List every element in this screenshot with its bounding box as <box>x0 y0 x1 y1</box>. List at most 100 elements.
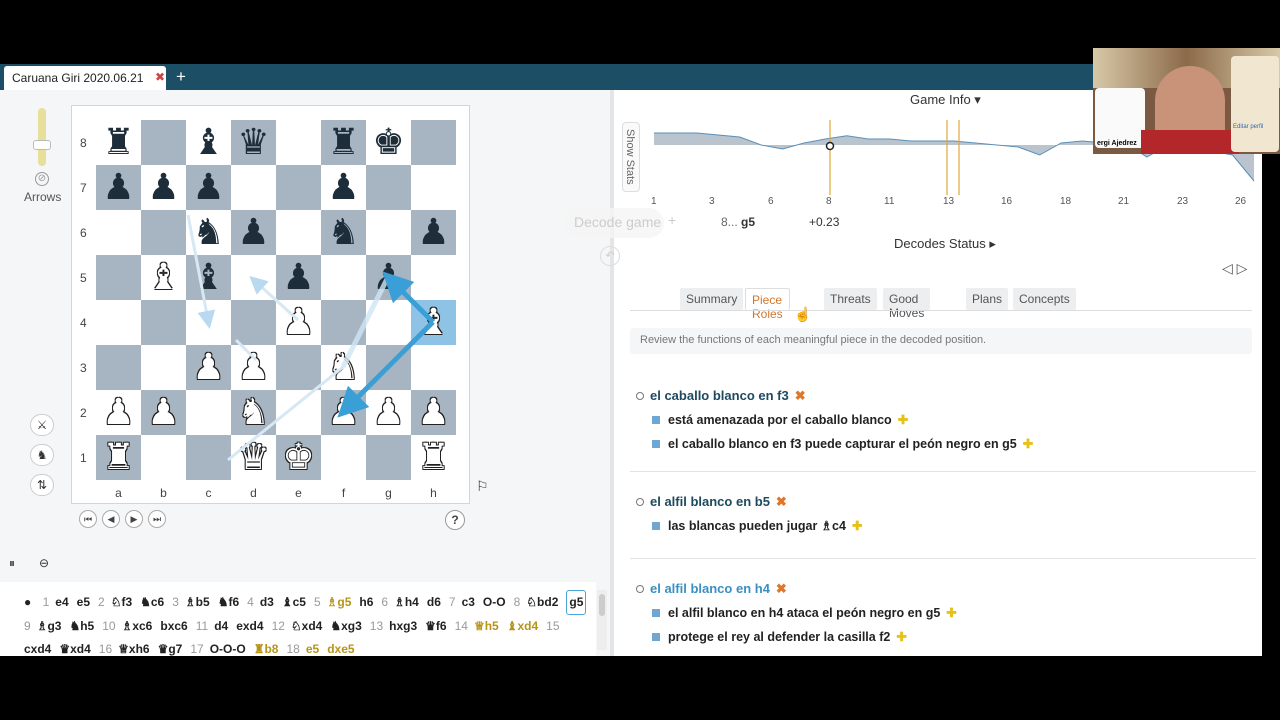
square-f5[interactable] <box>321 255 366 300</box>
flip-board-icon[interactable]: ⇅ <box>30 474 54 496</box>
prev-arrow-icon[interactable]: ◁ <box>1222 260 1233 276</box>
piece-role-heading[interactable]: el alfil blanco en h4 ✖ <box>636 581 787 597</box>
square-e8[interactable] <box>276 120 321 165</box>
move-item[interactable]: ♝c5 <box>282 591 306 614</box>
add-icon[interactable]: ✚ <box>896 630 906 644</box>
piece-role-heading[interactable]: el caballo blanco en f3 ✖ <box>636 388 806 404</box>
move-item[interactable]: ♞c6 <box>140 591 164 614</box>
tab-summary[interactable]: Summary <box>680 288 744 310</box>
square-g6[interactable] <box>366 210 411 255</box>
link-icon[interactable]: ⊖ <box>34 556 54 574</box>
piece-h1[interactable]: ♜ <box>411 435 456 480</box>
move-item[interactable]: ♞h5 <box>69 615 94 638</box>
move-item[interactable]: dxe5 <box>327 638 354 656</box>
square-c1[interactable] <box>186 435 231 480</box>
move-item[interactable]: g5 <box>566 590 587 615</box>
square-e6[interactable] <box>276 210 321 255</box>
square-b4[interactable] <box>141 300 186 345</box>
decode-game-button[interactable]: Decode game <box>562 208 664 238</box>
help-button[interactable]: ? <box>445 510 465 530</box>
piece-role-heading[interactable]: el alfil blanco en b5 ✖ <box>636 494 787 510</box>
square-d5[interactable] <box>231 255 276 300</box>
first-move-icon[interactable]: ⏮ <box>79 510 97 528</box>
decode-add-icon[interactable]: + <box>668 212 676 228</box>
move-item[interactable]: ♝xd4 <box>507 615 538 638</box>
decodes-status-toggle[interactable]: Decodes Status ▸ <box>894 236 996 252</box>
square-a4[interactable] <box>96 300 141 345</box>
move-item[interactable]: d3 <box>260 591 274 614</box>
piece-a1[interactable]: ♜ <box>96 435 141 480</box>
move-item[interactable]: e4 <box>55 591 68 614</box>
piece-d8[interactable]: ♛ <box>231 120 276 165</box>
move-item[interactable]: ♗xc6 <box>122 615 153 638</box>
square-e2[interactable] <box>276 390 321 435</box>
move-item[interactable]: e5 <box>77 591 90 614</box>
square-e7[interactable] <box>276 165 321 210</box>
slider-thumb[interactable] <box>33 140 51 150</box>
flag-icon[interactable]: ⚐ <box>476 478 489 495</box>
move-item[interactable]: d6 <box>427 591 441 614</box>
piece-b5[interactable]: ♝ <box>141 255 186 300</box>
undo-icon[interactable]: ↶ <box>600 246 620 266</box>
piece-c6[interactable]: ♞ <box>186 210 231 255</box>
square-f4[interactable] <box>321 300 366 345</box>
move-item[interactable]: O-O-O <box>210 638 246 656</box>
swords-icon[interactable]: ⚔ <box>30 414 54 436</box>
prev-move-icon[interactable]: ◀ <box>102 510 120 528</box>
move-item[interactable]: ♕xh6 <box>118 638 149 656</box>
square-c4[interactable] <box>186 300 231 345</box>
piece-b2[interactable]: ♟ <box>141 390 186 435</box>
game-tab[interactable]: Caruana Giri 2020.06.21 ✖ <box>4 66 166 90</box>
piece-f8[interactable]: ♜ <box>321 120 366 165</box>
square-a6[interactable] <box>96 210 141 255</box>
next-arrow-icon[interactable]: ▷ <box>1237 260 1248 276</box>
move-list-scrollbar[interactable] <box>597 590 607 650</box>
square-c2[interactable] <box>186 390 231 435</box>
move-item[interactable]: ♗b5 <box>185 591 210 614</box>
move-item[interactable]: ♞f6 <box>218 591 239 614</box>
move-item[interactable]: cxd4 <box>24 638 51 656</box>
close-icon[interactable]: ✖ <box>155 70 165 84</box>
next-move-icon[interactable]: ▶ <box>125 510 143 528</box>
piece-g8[interactable]: ♚ <box>366 120 411 165</box>
move-item[interactable]: h6 <box>359 591 373 614</box>
piece-h4[interactable]: ♝ <box>411 300 456 345</box>
move-item[interactable]: ♛g7 <box>158 638 183 656</box>
add-icon[interactable]: ✚ <box>946 606 956 620</box>
remove-icon[interactable]: ✖ <box>776 581 787 596</box>
board-size-slider[interactable] <box>38 108 46 166</box>
move-item[interactable]: ♘bd2 <box>526 591 558 614</box>
move-item[interactable]: ♜b8 <box>254 638 279 656</box>
knight-icon[interactable]: ♞ <box>30 444 54 466</box>
move-item[interactable]: hxg3 <box>389 615 417 638</box>
move-item[interactable]: ♘f3 <box>111 591 132 614</box>
move-item[interactable]: ♕h5 <box>474 615 499 638</box>
add-icon[interactable]: ✚ <box>898 413 908 427</box>
pause-icon[interactable]: ⏸ <box>2 556 22 574</box>
piece-a8[interactable]: ♜ <box>96 120 141 165</box>
square-d7[interactable] <box>231 165 276 210</box>
square-e3[interactable] <box>276 345 321 390</box>
square-h7[interactable] <box>411 165 456 210</box>
square-a3[interactable] <box>96 345 141 390</box>
piece-h6[interactable]: ♟ <box>411 210 456 255</box>
piece-c3[interactable]: ♟ <box>186 345 231 390</box>
add-tab-icon[interactable]: + <box>176 67 186 87</box>
piece-b7[interactable]: ♟ <box>141 165 186 210</box>
square-b1[interactable] <box>141 435 186 480</box>
chess-board[interactable]: ♜ ♝ ♛ ♜ ♚ ♟ ♟ ♟ ♟ ♞ ♟ ♞ ♟ ♝ ♝ ♟ ♟ ♟ ♝ ♟ ♟ ♞ ♟ ♟ ♞ ♟ ♟ ♟ ♜ ♛ ♚ ♜ <box>96 120 456 480</box>
move-item[interactable]: e5 <box>306 638 319 656</box>
move-item[interactable]: ♘xd4 <box>291 615 322 638</box>
show-stats-tab[interactable]: Show Stats <box>622 122 640 192</box>
square-g7[interactable] <box>366 165 411 210</box>
tab-good-moves[interactable]: Good Moves <box>883 288 931 320</box>
square-f1[interactable] <box>321 435 366 480</box>
tab-piece-roles[interactable]: Piece Roles <box>745 288 790 321</box>
square-a5[interactable] <box>96 255 141 300</box>
piece-g2[interactable]: ♟ <box>366 390 411 435</box>
move-item[interactable]: exd4 <box>236 615 263 638</box>
move-item[interactable]: c3 <box>462 591 475 614</box>
piece-d2[interactable]: ♞ <box>231 390 276 435</box>
piece-f2[interactable]: ♟ <box>321 390 366 435</box>
piece-g5[interactable]: ♟ <box>366 255 411 300</box>
